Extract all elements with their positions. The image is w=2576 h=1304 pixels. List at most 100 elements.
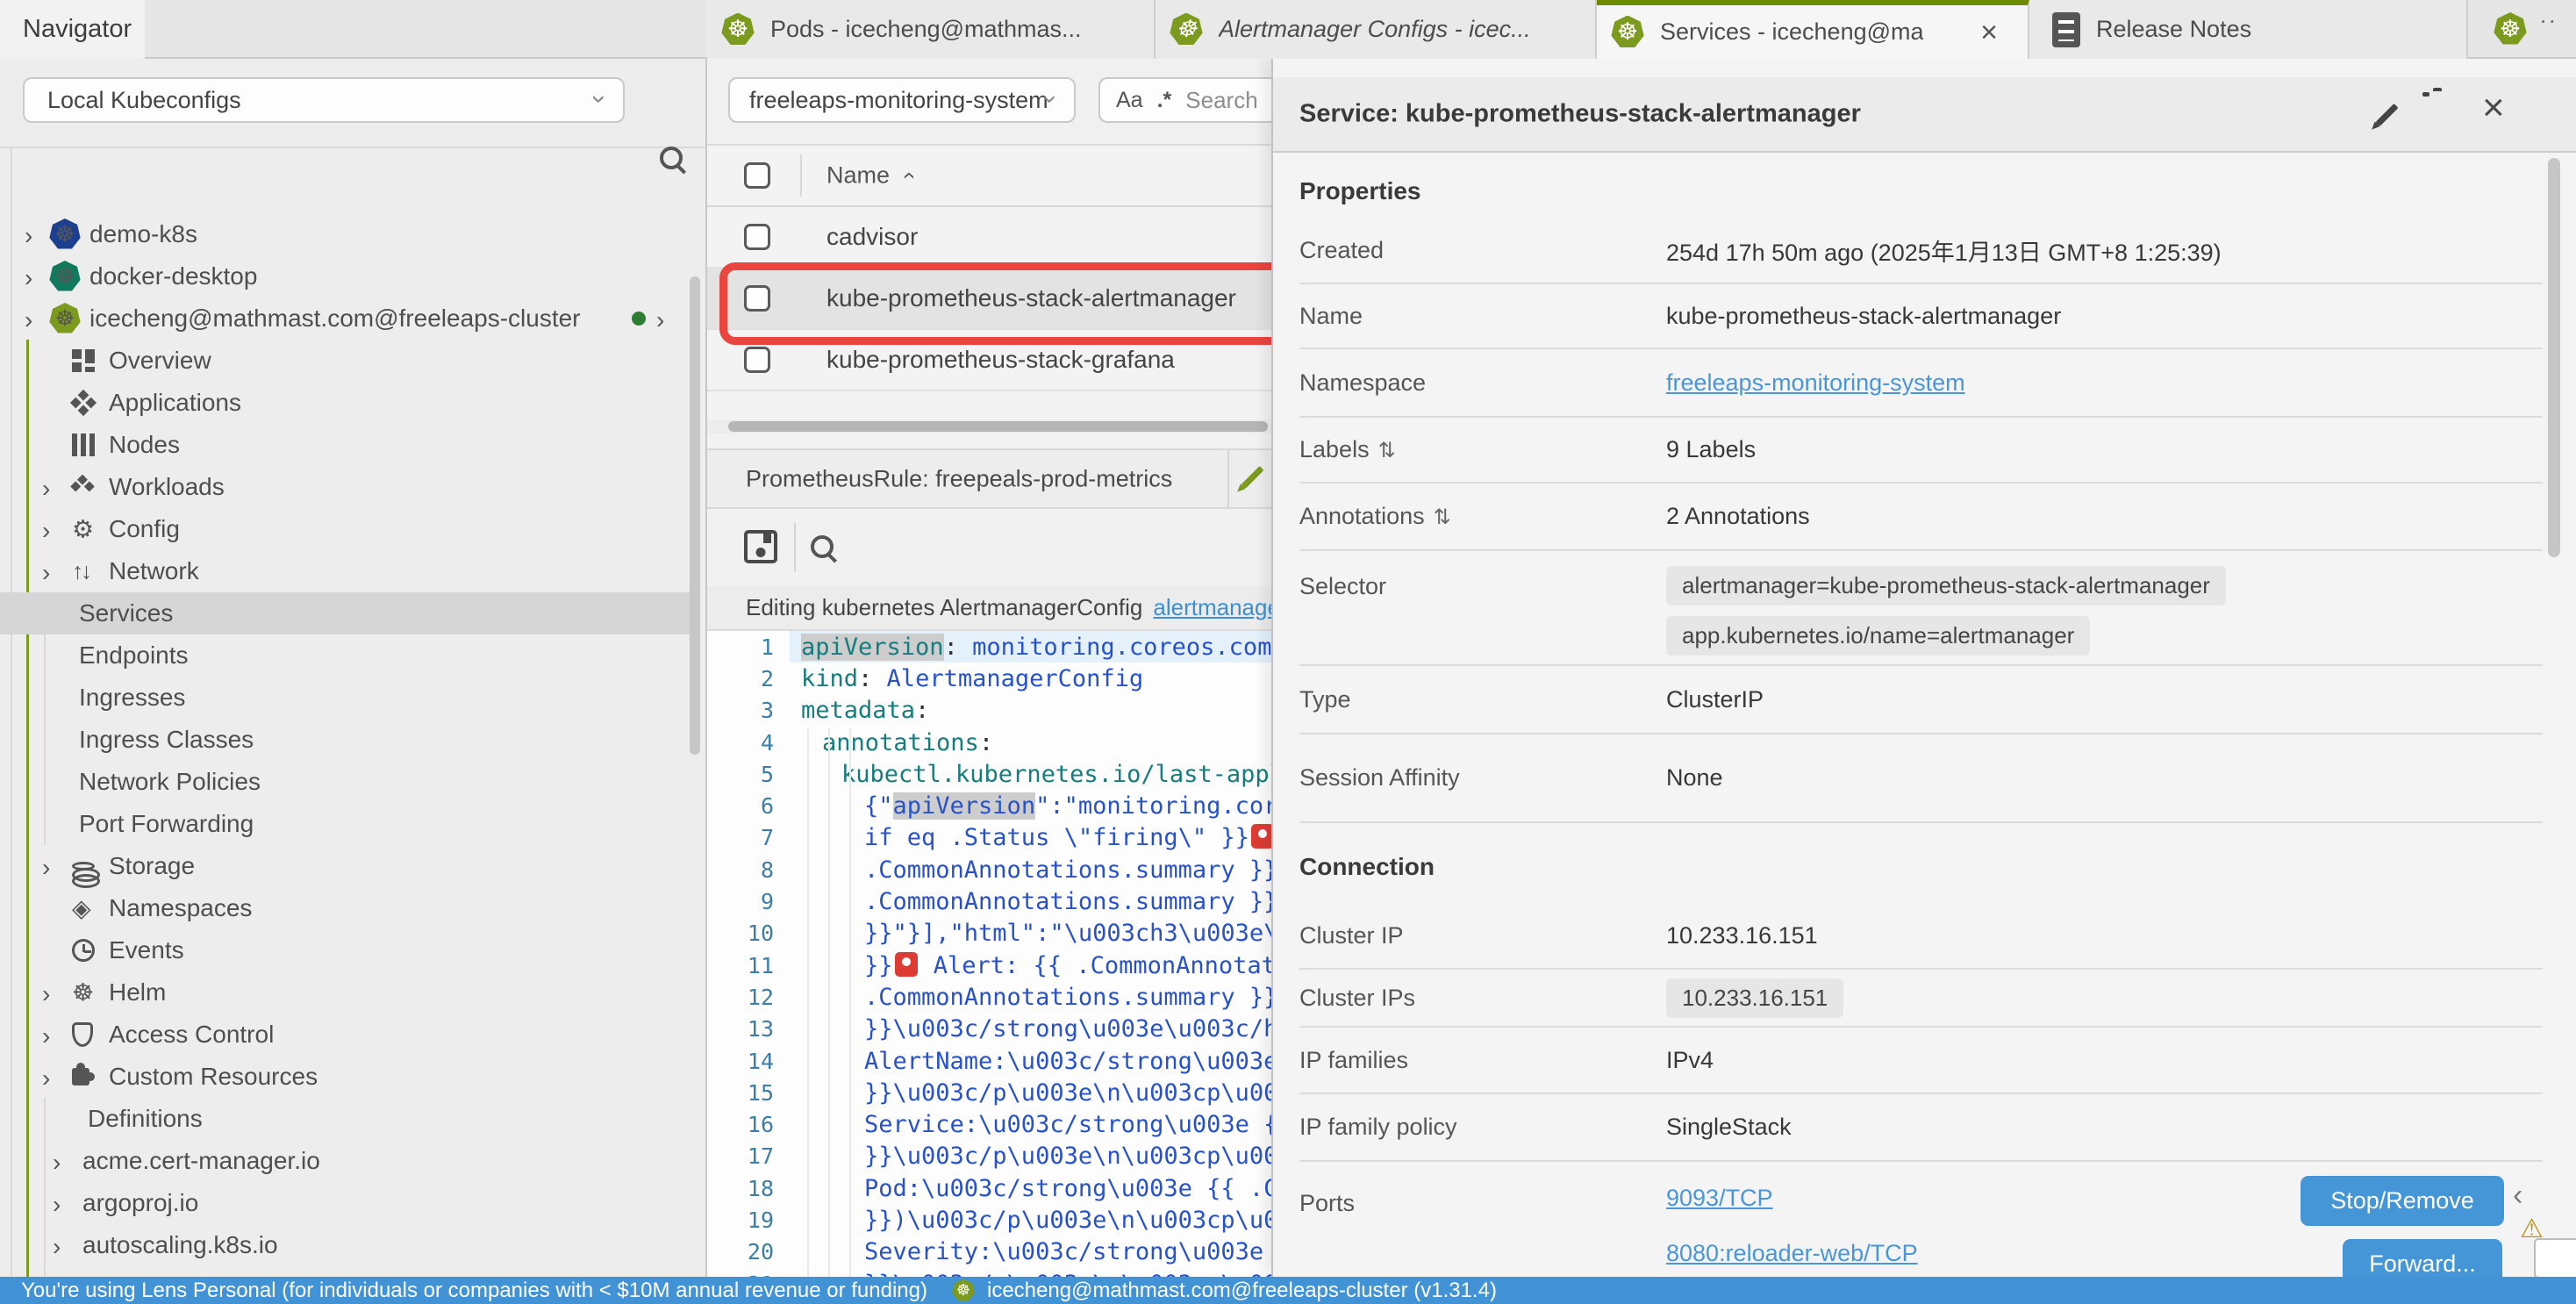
name-column-header[interactable]: Name› (826, 162, 912, 190)
sidebar-item-ingress-classes[interactable]: Ingress Classes (0, 719, 697, 761)
sidebar-item-overview[interactable]: Overview (0, 340, 697, 382)
line-number: 15 (707, 1080, 790, 1106)
line-number: 7 (707, 825, 790, 850)
tab-services[interactable]: ☸ Services - icecheng@math... × (1597, 0, 2029, 59)
kubernetes-icon: ☸ (721, 13, 755, 47)
sidebar-item-custom-resources[interactable]: › Custom Resources (0, 1056, 697, 1098)
line-number: 20 (707, 1239, 790, 1265)
sidebar-item-storage[interactable]: › Storage (0, 845, 697, 887)
line-number: 8 (707, 857, 790, 883)
code-line: 14AlertName:\u003c/strong\u003e (707, 1045, 1271, 1077)
sidebar-item-docker-desktop[interactable]: › ☸ docker-desktop (0, 255, 697, 297)
row-checkbox[interactable] (744, 224, 770, 250)
edit-pencil-icon[interactable] (1241, 466, 1263, 489)
sidebar-item-access-control[interactable]: › Access Control (0, 1014, 697, 1056)
code-line: 10}}"}],"html":"\u003ch3\u003e\u (707, 918, 1271, 949)
namespace-row: Namespace freeleaps-monitoring-system (1299, 349, 2543, 418)
siren-emoji (1251, 824, 1271, 849)
stop-remove-button[interactable]: Stop/Remove (2301, 1176, 2504, 1226)
code-line: 11}} Alert: {{ .CommonAnnotati (707, 949, 1271, 981)
annotation-highlight-box (719, 262, 1334, 345)
sidebar-item-port-forwarding[interactable]: Port Forwarding (0, 803, 697, 845)
code-line: 6{"apiVersion":"monitoring.core (707, 790, 1271, 821)
sidebar-item-freeleaps-cluster[interactable]: › ☸ icecheng@mathmast.com@freeleaps-clus… (0, 297, 697, 340)
kubeconfig-selector[interactable]: Local Kubeconfigs › (23, 77, 625, 123)
sidebar-item-endpoints[interactable]: Endpoints (0, 634, 697, 677)
cluster-ip-row: Cluster IP 10.233.16.151 (1299, 904, 2543, 970)
edit-pencil-icon[interactable] (2375, 104, 2398, 126)
annotations-row: Annotations⇅ 2 Annotations (1299, 484, 2543, 551)
overview-icon (72, 349, 95, 372)
sidebar-item-network-policies[interactable]: Network Policies (0, 761, 697, 803)
line-number: 17 (707, 1143, 790, 1169)
table-row-cadvisor[interactable]: cadvisor (707, 207, 1271, 269)
kubernetes-icon[interactable]: ☸ (2494, 12, 2527, 46)
close-icon[interactable]: × (2482, 86, 2505, 130)
namespace-link[interactable]: freeleaps-monitoring-system (1666, 369, 1965, 397)
port-8080-reloader-web-link[interactable]: 8080:reloader-web/TCP (1666, 1240, 1918, 1267)
sidebar-item-namespaces[interactable]: ◈ Namespaces (0, 887, 697, 929)
expand-toggle-icon[interactable]: ⇅ (1378, 439, 1396, 462)
sidebar-item-nodes[interactable]: Nodes (0, 424, 697, 466)
tab-alertmanager-configs[interactable]: ☸ Alertmanager Configs - icec... (1156, 0, 1597, 59)
ip-family-policy-row: IP family policy SingleStack (1299, 1094, 2543, 1162)
kubeconfig-selector-value: Local Kubeconfigs (47, 87, 241, 114)
sidebar-item-helm[interactable]: › ☸ Helm (0, 971, 697, 1014)
yaml-editor[interactable]: 1apiVersion: monitoring.coreos.com/v1 2k… (707, 631, 1271, 1277)
sidebar-scrollbar-thumb[interactable] (690, 276, 700, 755)
editing-status-bar: Editing kubernetes AlertmanagerConfig al… (707, 586, 1271, 631)
network-icon: ↑↓ (72, 558, 89, 585)
sidebar-item-demo-k8s[interactable]: › ☸ demo-k8s (0, 213, 697, 255)
sidebar-item-definitions[interactable]: Definitions (0, 1098, 697, 1140)
drawer-title: Service: kube-prometheus-stack-alertmana… (1299, 100, 1861, 129)
events-icon (72, 939, 95, 962)
namespaces-icon: ◈ (72, 894, 91, 923)
code-line: 19}})\u003c/p\u003e\n\u003cp\u00 (707, 1204, 1271, 1236)
kubernetes-icon: ☸ (952, 1279, 975, 1302)
alertmanagerconfig-link[interactable]: alertmanager (1153, 594, 1271, 621)
sidebar-item-autoscaling-k8s-io[interactable]: › autoscaling.k8s.io (0, 1224, 697, 1266)
tab-label: Pods - icecheng@mathmas... (770, 16, 1082, 43)
save-icon[interactable] (744, 530, 777, 563)
tab-release-notes[interactable]: Release Notes (2029, 0, 2468, 59)
scrollbar-thumb[interactable] (728, 421, 1268, 432)
services-toolbar: freeleaps-monitoring-system › Aa .* (707, 59, 1271, 146)
code-line: 3metadata: (707, 695, 1271, 727)
indent-guide (849, 728, 851, 1277)
table-row-partial[interactable]: kube-prometheus-stack-kube-state-metrics (707, 391, 1271, 419)
indent-guide (828, 728, 830, 1277)
drawer-scrollbar-thumb[interactable] (2548, 158, 2560, 557)
select-all-checkbox[interactable] (744, 162, 770, 189)
sidebar-toolbar: Local Kubeconfigs › (0, 59, 705, 148)
close-tab-icon[interactable]: × (1980, 18, 1998, 47)
sidebar-item-cert-manager-io[interactable]: › cert-manager.io (0, 1266, 697, 1277)
sidebar-item-ingresses[interactable]: Ingresses (0, 677, 697, 719)
search-icon[interactable] (811, 535, 834, 558)
drawer-header: Service: kube-prometheus-stack-alertmana… (1273, 77, 2576, 153)
sidebar-item-network[interactable]: › ↑↓ Network (0, 550, 697, 592)
sidebar-item-services[interactable]: Services (0, 592, 697, 634)
sidebar-item-applications[interactable]: Applications (0, 382, 697, 424)
expand-toggle-icon[interactable]: ⇅ (1434, 505, 1451, 529)
chevron-down-icon: › (586, 95, 612, 104)
match-case-toggle[interactable]: Aa (1116, 88, 1143, 113)
row-checkbox[interactable] (744, 347, 770, 373)
active-cluster-status[interactable]: icecheng@mathmast.com@freeleaps-cluster … (987, 1279, 1497, 1303)
code-line: 9.CommonAnnotations.summary }} (707, 885, 1271, 917)
editor-toolbar (707, 509, 1271, 586)
sidebar-item-config[interactable]: › ⚙ Config (0, 508, 697, 550)
sidebar-item-workloads[interactable]: › Workloads (0, 466, 697, 508)
chevron-left-icon[interactable]: ‹ (2513, 1179, 2522, 1213)
tab-pods[interactable]: ☸ Pods - icecheng@mathmas... (707, 0, 1156, 59)
sidebar-item-argoproj-io[interactable]: › argoproj.io (0, 1182, 697, 1224)
sidebar-item-events[interactable]: Events (0, 929, 697, 971)
port-9093-link[interactable]: 9093/TCP (1666, 1185, 1773, 1212)
session-affinity-row: Session Affinity None (1299, 734, 2543, 823)
drawer-body: Properties Created 254d 17h 50m ago (202… (1273, 153, 2543, 1277)
column-divider (800, 154, 802, 197)
namespace-selector[interactable]: freeleaps-monitoring-system › (728, 77, 1076, 123)
sidebar-item-acme-cert-manager-io[interactable]: › acme.cert-manager.io (0, 1140, 697, 1182)
nodes-icon (72, 433, 95, 456)
line-number: 16 (707, 1112, 790, 1137)
regex-toggle[interactable]: .* (1157, 88, 1172, 113)
